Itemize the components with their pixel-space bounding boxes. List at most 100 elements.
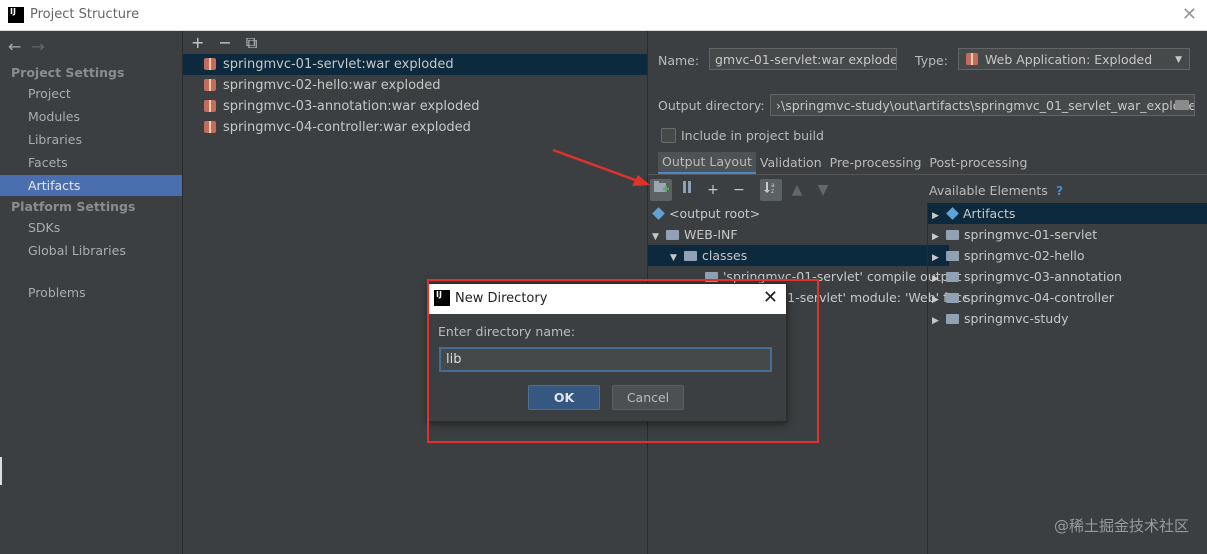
add-artifact-icon[interactable]: + [191, 33, 204, 52]
sidebar-item-modules[interactable]: Modules [0, 106, 182, 127]
artifact-item[interactable]: springmvc-03-annotation:war exploded [183, 96, 647, 117]
tab-separator [648, 174, 1207, 175]
tree-node-output-root[interactable]: <output root> [648, 203, 931, 224]
available-item-module[interactable]: ▶ springmvc-01-servlet [928, 224, 1207, 245]
include-in-build-label: Include in project build [681, 128, 824, 143]
module-folder-icon [946, 314, 959, 324]
available-item-module[interactable]: ▶ springmvc-04-controller [928, 287, 1207, 308]
forward-arrow-icon[interactable]: → [31, 37, 44, 56]
add-copy-icon[interactable]: + [702, 179, 724, 201]
available-elements-heading: Available Elements? [929, 183, 1064, 198]
artifact-item[interactable]: springmvc-04-controller:war exploded [183, 117, 647, 138]
type-label: Type: [915, 53, 948, 68]
name-field[interactable]: gmvc-01-servlet:war exploded [709, 48, 897, 70]
tab-output-layout[interactable]: Output Layout [658, 152, 756, 174]
expand-arrow-icon[interactable]: ▶ [932, 290, 946, 308]
module-folder-icon [946, 251, 959, 261]
tab-pre-processing[interactable]: Pre-processing [826, 152, 926, 174]
tree-node-classes[interactable]: ▼ classes [648, 245, 949, 266]
tree-node-web-inf[interactable]: ▼ WEB-INF [648, 224, 931, 245]
back-arrow-icon[interactable]: ← [8, 37, 21, 56]
move-down-icon[interactable]: ▼ [812, 179, 834, 201]
dialog-close-icon[interactable]: ✕ [763, 287, 778, 308]
expand-arrow-icon[interactable]: ▶ [932, 269, 946, 287]
output-root-icon [652, 207, 665, 220]
window-title: Project Structure [30, 7, 140, 22]
dialog-title-bar: IJ New Directory ✕ [429, 284, 786, 314]
expand-arrow-icon[interactable]: ▶ [932, 206, 946, 224]
module-folder-icon [946, 293, 959, 303]
expand-arrow-icon[interactable]: ▼ [652, 227, 666, 245]
tree-label: 'springmvc-01-servlet' compile output [723, 269, 962, 284]
sidebar-item-facets[interactable]: Facets [0, 152, 182, 173]
tree-label: WEB-INF [684, 227, 738, 242]
available-item-label: springmvc-04-controller [964, 290, 1114, 305]
expand-arrow-icon[interactable]: ▶ [932, 227, 946, 245]
war-artifact-icon [204, 79, 216, 91]
module-folder-icon [946, 230, 959, 240]
remove-artifact-icon[interactable]: − [218, 33, 231, 52]
sidebar-item-artifacts[interactable]: Artifacts [0, 175, 182, 196]
available-item-module[interactable]: ▶ springmvc-02-hello [928, 245, 1207, 266]
intellij-logo-icon: IJ [8, 7, 24, 23]
create-archive-icon[interactable] [676, 179, 698, 201]
artifact-label: springmvc-01-servlet:war exploded [223, 57, 454, 72]
move-up-icon[interactable]: ▲ [786, 179, 808, 201]
tab-validation[interactable]: Validation [756, 152, 826, 174]
expand-arrow-icon[interactable]: ▶ [932, 248, 946, 266]
artifact-label: springmvc-04-controller:war exploded [223, 120, 471, 135]
intellij-logo-icon: IJ [434, 290, 450, 306]
tab-post-processing[interactable]: Post-processing [925, 152, 1031, 174]
folder-icon [666, 230, 679, 240]
sidebar-item-global-libraries[interactable]: Global Libraries [0, 240, 182, 261]
edge-marker [0, 457, 2, 485]
tree-label: classes [702, 248, 748, 263]
tree-label: <output root> [669, 206, 761, 221]
browse-folder-icon[interactable] [1175, 100, 1189, 110]
sort-elements-icon[interactable]: az [760, 179, 782, 201]
available-item-label: springmvc-study [964, 311, 1069, 326]
sidebar-item-problems[interactable]: Problems [0, 282, 182, 303]
ok-button[interactable]: OK [528, 385, 600, 410]
nav-arrows: ← → [8, 37, 55, 56]
window-close-icon[interactable]: ✕ [1182, 4, 1197, 25]
sidebar-item-sdks[interactable]: SDKs [0, 217, 182, 238]
available-item-label: Artifacts [963, 206, 1016, 221]
help-icon[interactable]: ? [1056, 183, 1063, 198]
artifact-item[interactable]: springmvc-01-servlet:war exploded [183, 54, 647, 75]
sidebar-item-libraries[interactable]: Libraries [0, 129, 182, 150]
available-item-label: springmvc-03-annotation [964, 269, 1122, 284]
war-artifact-icon [204, 121, 216, 133]
window-title-bar: IJ Project Structure ✕ [0, 0, 1207, 31]
expand-arrow-icon[interactable]: ▼ [670, 248, 684, 266]
artifact-item[interactable]: springmvc-02-hello:war exploded [183, 75, 647, 96]
annotation-arrow-icon [552, 148, 650, 186]
war-artifact-icon [204, 58, 216, 70]
directory-name-label: Enter directory name: [438, 324, 576, 339]
name-label: Name: [658, 53, 700, 68]
artifacts-icon [946, 207, 959, 220]
chevron-down-icon: ▼ [1175, 55, 1182, 65]
expand-arrow-icon[interactable]: ▶ [932, 311, 946, 329]
available-item-module[interactable]: ▶ springmvc-study [928, 308, 1207, 329]
platform-settings-heading: Platform Settings [11, 199, 136, 214]
copy-artifact-icon[interactable]: ⧉ [246, 33, 257, 52]
remove-element-icon[interactable]: − [728, 179, 750, 201]
type-select-value: Web Application: Exploded [985, 52, 1153, 67]
watermark: @稀土掘金技术社区 [1053, 517, 1189, 535]
directory-name-input[interactable]: lib [439, 347, 772, 372]
module-folder-icon [946, 272, 959, 282]
available-item-artifacts[interactable]: ▶ Artifacts [928, 203, 1207, 224]
include-in-build-checkbox[interactable] [661, 128, 676, 143]
output-directory-field[interactable]: ›\springmvc-study\out\artifacts\springmv… [770, 94, 1195, 116]
folder-icon [705, 272, 718, 282]
sidebar-item-project[interactable]: Project [0, 83, 182, 104]
available-item-module[interactable]: ▶ springmvc-03-annotation [928, 266, 1207, 287]
folder-icon [684, 251, 697, 261]
available-item-label: springmvc-01-servlet [964, 227, 1098, 242]
type-select[interactable]: Web Application: Exploded ▼ [958, 48, 1190, 70]
artifacts-toolbar: + − ⧉ [191, 33, 271, 53]
artifact-label: springmvc-02-hello:war exploded [223, 78, 441, 93]
settings-sidebar: ← → Project Settings Project Modules Libr… [0, 31, 183, 554]
cancel-button[interactable]: Cancel [612, 385, 684, 410]
